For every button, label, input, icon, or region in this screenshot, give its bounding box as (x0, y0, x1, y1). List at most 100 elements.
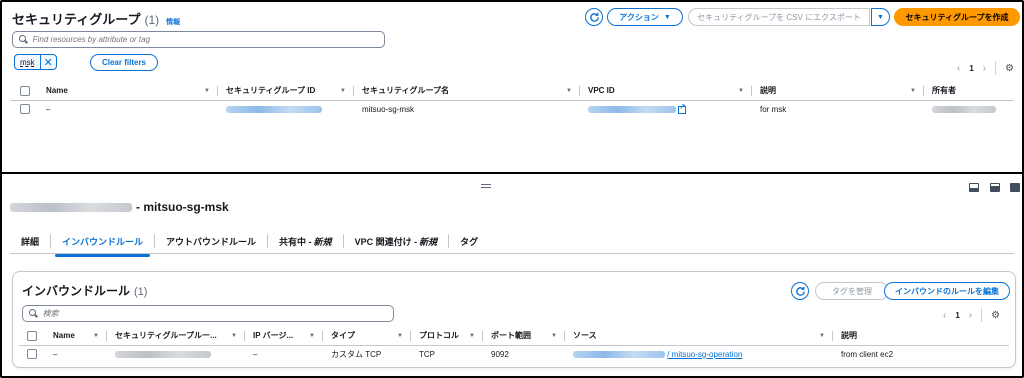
column-header[interactable]: ソース ▼ (565, 327, 833, 345)
column-header[interactable]: IP バージ... ▼ (245, 327, 323, 345)
sort-icon: ▼ (204, 88, 210, 94)
divider (995, 61, 997, 75)
external-link-icon[interactable] (678, 102, 686, 114)
security-group-name-cell: mitsuo-sg-msk (362, 104, 415, 114)
sort-icon: ▼ (309, 333, 315, 339)
security-groups-panel: セキュリティグループ (1) 情報 アクション ▼ セキュリティグループを CS… (2, 2, 1022, 174)
caret-down-icon: ▼ (877, 13, 884, 21)
search-input[interactable] (42, 309, 393, 318)
column-header[interactable]: 説明 ▼ (752, 82, 924, 100)
name-cell: – (46, 104, 51, 114)
security-group-id-link[interactable] (226, 106, 322, 114)
tab-inbound-rules[interactable]: インバウンドルール (51, 230, 154, 257)
info-link[interactable]: 情報 (166, 17, 180, 27)
column-header[interactable]: Name ▼ (40, 82, 218, 100)
column-header[interactable]: プロトコル ▼ (411, 327, 483, 345)
ip-version-cell: – (253, 349, 258, 359)
detail-tabs: 詳細 インバウンドルール アウトバウンドルール 共有中 - 新規 VPC 関連付け… (10, 227, 489, 257)
select-all-checkbox[interactable] (27, 330, 37, 341)
page-number[interactable]: 1 (969, 64, 973, 73)
inbound-rules-table: Name ▼ セキュリティグループルー... ▼ IP バージ... ▼ タイプ ▼ プ… (19, 327, 1009, 363)
new-badge: 新規 (313, 236, 332, 247)
resource-search[interactable] (12, 31, 385, 48)
inbound-title: インバウンドルール (22, 284, 131, 298)
source-sg-name-link[interactable]: / mitsuo-sg-operation (667, 350, 742, 359)
layout-side-icon[interactable] (990, 183, 1000, 192)
tab-vpc-associations[interactable]: VPC 関連付け - 新規 (344, 230, 449, 252)
column-header[interactable]: セキュリティグループ ID ▼ (218, 82, 354, 100)
layout-hide-icon[interactable] (1010, 183, 1020, 192)
source-sg-id-link[interactable] (573, 351, 665, 359)
sort-icon: ▼ (566, 88, 572, 94)
select-all-checkbox[interactable] (20, 85, 30, 96)
refresh-icon (795, 286, 805, 296)
select-all-cell (10, 82, 40, 100)
manage-tags-label: タグを管理 (832, 286, 872, 296)
column-header[interactable]: タイプ ▼ (323, 327, 411, 345)
actions-label: アクション (619, 12, 659, 22)
prev-page-icon[interactable]: ‹ (943, 310, 946, 321)
column-header[interactable]: 説明 (833, 327, 1009, 345)
row-checkbox[interactable] (27, 349, 37, 360)
table-row[interactable]: – – カスタム TCP TCP 9092 / mitsuo-sg-operat… (19, 345, 1009, 363)
create-security-group-button[interactable]: セキュリティグループを作成 (894, 8, 1020, 26)
sort-icon: ▼ (738, 88, 744, 94)
remove-filter-icon[interactable]: ✕ (41, 56, 56, 69)
column-header[interactable]: セキュリティグループルー... ▼ (107, 327, 245, 345)
column-header[interactable]: セキュリティグループ名 ▼ (354, 82, 580, 100)
tab-details[interactable]: 詳細 (10, 230, 50, 252)
vpc-id-link[interactable] (588, 106, 676, 114)
refresh-icon (589, 12, 599, 22)
security-group-id-value (10, 202, 132, 212)
search-icon (29, 309, 38, 318)
sort-icon: ▼ (551, 333, 557, 339)
refresh-button[interactable] (791, 282, 809, 300)
edit-rules-label: インバウンドのルールを編集 (895, 286, 999, 296)
export-csv-button[interactable]: セキュリティグループを CSV にエクスポート (688, 8, 870, 26)
next-page-icon[interactable]: › (969, 310, 972, 321)
settings-icon[interactable]: ⚙ (1005, 63, 1014, 74)
actions-button[interactable]: アクション ▼ (607, 8, 683, 26)
tab-outbound-rules[interactable]: アウトバウンドルール (155, 230, 267, 252)
refresh-button[interactable] (585, 8, 603, 26)
page-number[interactable]: 1 (955, 311, 959, 320)
layout-bottom-icon[interactable] (969, 183, 979, 192)
pagination: ‹ 1 › ⚙ (957, 61, 1014, 75)
column-header[interactable]: Name ▼ (47, 327, 107, 345)
sort-icon: ▼ (340, 88, 346, 94)
new-badge: 新規 (419, 236, 438, 247)
column-header[interactable]: ポート範囲 ▼ (483, 327, 565, 345)
column-header[interactable]: 所有者 (924, 82, 1014, 100)
tab-tags[interactable]: タグ (449, 230, 489, 252)
description-cell: from client ec2 (841, 349, 894, 359)
export-label: セキュリティグループを CSV にエクスポート (697, 12, 861, 22)
clear-filters-button[interactable]: Clear filters (90, 54, 158, 71)
tab-sharing[interactable]: 共有中 - 新規 (268, 230, 343, 252)
select-all-cell (19, 327, 47, 345)
filter-token-label: msk (15, 55, 41, 69)
page-title: セキュリティグループ (12, 12, 141, 27)
name-cell: – (53, 349, 58, 359)
tabs-divider (10, 253, 1014, 254)
pagination: ‹ 1 › ⚙ (943, 308, 1000, 322)
table-row[interactable]: – mitsuo-sg-msk for msk (10, 100, 1014, 118)
source-cell: / mitsuo-sg-operation (565, 345, 833, 363)
inbound-rules-container: インバウンドルール (1) タグを管理 インバウンドのルールを編集 ‹ 1 › … (12, 271, 1016, 368)
inbound-header: インバウンドルール (1) (22, 282, 147, 299)
prev-page-icon[interactable]: ‹ (957, 63, 960, 74)
next-page-icon[interactable]: › (983, 63, 986, 74)
column-header[interactable]: VPC ID ▼ (580, 82, 752, 100)
type-cell: カスタム TCP (331, 349, 382, 359)
row-checkbox[interactable] (20, 104, 30, 115)
manage-tags-button[interactable]: タグを管理 (815, 282, 889, 300)
search-input[interactable] (32, 35, 384, 44)
split-handle-icon[interactable] (481, 184, 491, 188)
settings-icon[interactable]: ⚙ (991, 310, 1000, 321)
sort-icon: ▼ (397, 333, 403, 339)
sort-icon: ▼ (910, 88, 916, 94)
inbound-search[interactable] (22, 305, 394, 322)
inbound-count: (1) (134, 286, 148, 298)
divider (981, 308, 983, 322)
edit-inbound-rules-button[interactable]: インバウンドのルールを編集 (884, 282, 1010, 300)
export-options-button[interactable]: ▼ (871, 8, 890, 26)
